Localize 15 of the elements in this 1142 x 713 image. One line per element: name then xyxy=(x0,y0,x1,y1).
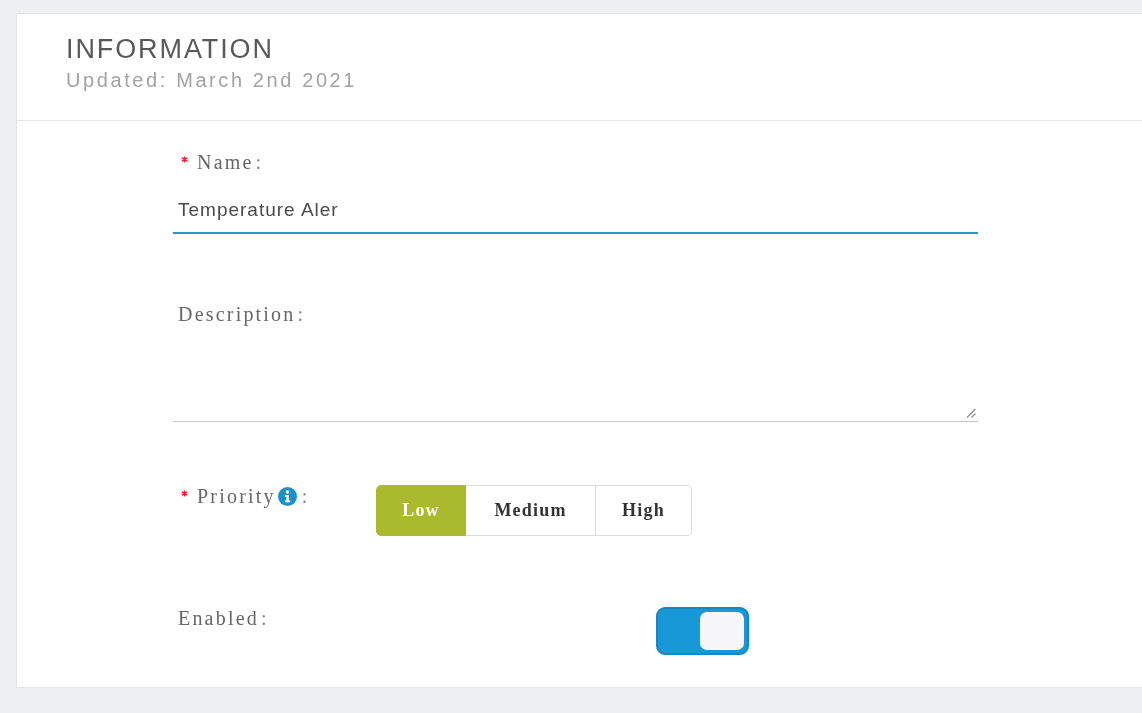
resize-grip-icon[interactable] xyxy=(966,408,976,418)
priority-option[interactable]: High xyxy=(596,485,692,536)
label-colon: : xyxy=(255,150,264,174)
label-colon: : xyxy=(260,606,269,630)
field-label: Enabled xyxy=(178,606,259,630)
updated-date: Updated: March 2nd 2021 xyxy=(66,68,358,93)
info-icon[interactable] xyxy=(277,486,297,506)
field-label: Priority xyxy=(197,484,276,508)
toggle-switch[interactable] xyxy=(656,607,749,655)
priority-option[interactable]: Medium xyxy=(466,485,596,536)
label-colon: : xyxy=(297,302,306,326)
card-title: INFORMATION xyxy=(66,33,274,66)
label-colon: : xyxy=(301,484,310,508)
field-label: Name xyxy=(197,150,254,174)
field-label: Description xyxy=(178,302,296,326)
